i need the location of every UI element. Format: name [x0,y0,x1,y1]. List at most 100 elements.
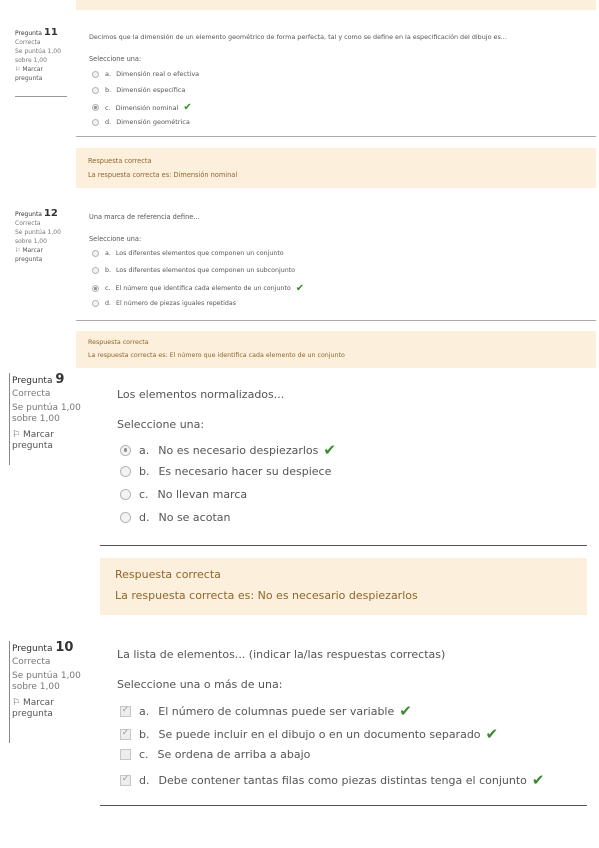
feedback-box: Respuesta correcta La respuesta correcta… [100,558,587,615]
question-12-info: Pregunta 12 Correcta Se puntúa 1,00 sobr… [15,209,67,264]
feedback-title: Respuesta correcta [88,157,152,165]
feedback-box: Respuesta correcta La respuesta correcta… [76,331,596,368]
option-text: No se acotan [158,511,231,524]
option-a[interactable]: a. Dimensión real o efectiva [92,70,199,78]
option-letter: d. [139,773,150,787]
option-a[interactable]: a. No es necesario despiezarlos ✔ [120,441,336,459]
info-border [9,373,10,465]
question-11-info: Pregunta 11 Correcta Se puntúa 1,00 sobr… [15,28,67,83]
question-text: Decimos que la dimensión de un elemento … [89,33,507,41]
flag-question-link[interactable]: ⚐ Marcar pregunta [15,246,67,264]
option-letter: b. [139,727,150,741]
question-text: Una marca de referencia define... [89,213,200,221]
question-label: Pregunta [15,211,42,218]
option-text: Es necesario hacer su despiece [158,465,332,478]
question-number: 11 [43,27,58,38]
checkbox-checked[interactable] [120,774,131,786]
question-label: Pregunta [12,376,53,386]
flag-icon: ⚐ [15,66,21,73]
checkbox-checked[interactable] [120,705,131,717]
flag-icon: ⚐ [15,247,21,254]
option-letter: a. [139,443,150,457]
radio-button-selected[interactable] [92,104,99,111]
option-letter: a. [105,250,111,257]
option-d[interactable]: d. No se acotan [120,511,230,524]
option-b[interactable]: b. Se puede incluir en el dibujo o en un … [120,725,498,743]
correct-check-icon: ✔ [183,102,192,113]
option-text: Dimensión específica [116,86,186,94]
question-status: Correcta [12,389,51,399]
radio-button[interactable] [92,300,99,307]
radio-button[interactable] [120,512,131,523]
option-d[interactable]: d. El número de piezas iguales repetidas [92,300,236,307]
question-number: 10 [55,640,74,655]
question-label: Pregunta [12,644,53,654]
question-score: Se puntúa 1,00 sobre 1,00 [15,229,61,245]
radio-button-selected[interactable] [120,444,131,456]
flag-question-link[interactable]: ⚐ Marcar pregunta [12,698,90,720]
option-a[interactable]: a. El número de columnas puede ser variab… [120,702,412,720]
info-divider [15,96,67,97]
option-text: Debe contener tantas filas como piezas d… [158,773,527,787]
question-text: La lista de elementos... (indicar la/las… [117,648,446,661]
option-text: Dimensión real o efectiva [116,70,200,78]
question-label: Pregunta [15,30,42,37]
question-10-info: Pregunta 10 Correcta Se puntúa 1,00 sobr… [12,641,90,720]
flag-label: Marcar pregunta [15,66,43,82]
answer-prompt: Seleccione una o más de una: [117,678,283,691]
radio-button[interactable] [120,466,131,477]
feedback-title: Respuesta correcta [115,568,221,581]
answer-prompt: Seleccione una: [89,235,142,243]
option-c[interactable]: c. Dimensión nominal ✔ [92,102,192,113]
option-text: Se ordena de arriba a abajo [157,748,311,761]
question-number: 12 [43,208,58,219]
option-text: Se puede incluir en el dibujo o en un do… [158,727,481,741]
option-a[interactable]: a. Los diferentes elementos que componen … [92,250,284,257]
correct-check-icon: ✔ [485,725,499,743]
flag-question-link[interactable]: ⚐ Marcar pregunta [12,430,90,452]
option-d[interactable]: d. Debe contener tantas filas como piezas… [120,771,544,789]
option-c[interactable]: c. No llevan marca [120,488,247,501]
option-letter: c. [139,488,149,501]
option-letter: d. [105,300,111,307]
correct-check-icon: ✔ [531,771,545,789]
option-letter: a. [105,70,112,78]
feedback-answer: La respuesta correcta es: Dimensión nomi… [88,171,238,179]
option-text: Los diferentes elementos que componen un… [116,267,296,274]
radio-button[interactable] [92,250,99,257]
correct-check-icon: ✔ [295,283,305,294]
flag-label: Marcar pregunta [15,247,43,263]
option-letter: c. [105,285,111,292]
radio-button[interactable] [92,70,99,78]
option-c[interactable]: c. Se ordena de arriba a abajo [120,748,310,761]
option-text: No es necesario despiezarlos [158,443,319,457]
question-text: Los elementos normalizados... [117,388,285,401]
option-b[interactable]: b. Es necesario hacer su despiece [120,465,331,478]
question-divider [76,320,596,321]
feedback-box: Respuesta correcta La respuesta correcta… [76,148,596,188]
correct-check-icon: ✔ [323,441,336,459]
question-score: Se puntúa 1,00 sobre 1,00 [12,403,81,424]
option-text: Los diferentes elementos que componen un… [115,250,284,257]
radio-button[interactable] [120,489,131,500]
option-c[interactable]: c. El número que identifica cada elemento… [92,283,304,294]
radio-button[interactable] [92,267,99,274]
radio-button-selected[interactable] [92,285,99,292]
option-text: El número de piezas iguales repetidas [116,300,237,307]
option-b[interactable]: b. Los diferentes elementos que componen … [92,267,295,274]
radio-button[interactable] [92,86,99,94]
feedback-answer: La respuesta correcta es: No es necesari… [115,589,418,602]
question-score: Se puntúa 1,00 sobre 1,00 [15,48,61,64]
checkbox[interactable] [120,749,131,760]
question-9-info: Pregunta 9 Correcta Se puntúa 1,00 sobre… [12,373,90,452]
option-letter: a. [139,704,150,718]
question-divider [100,805,587,806]
option-letter: b. [139,465,150,478]
answer-prompt: Seleccione una: [89,55,142,63]
flag-question-link[interactable]: ⚐ Marcar pregunta [15,65,67,83]
option-d[interactable]: d. Dimensión geométrica [92,118,190,126]
radio-button[interactable] [92,118,99,126]
option-b[interactable]: b. Dimensión específica [92,86,185,94]
checkbox-checked[interactable] [120,728,131,740]
info-border [9,641,10,743]
